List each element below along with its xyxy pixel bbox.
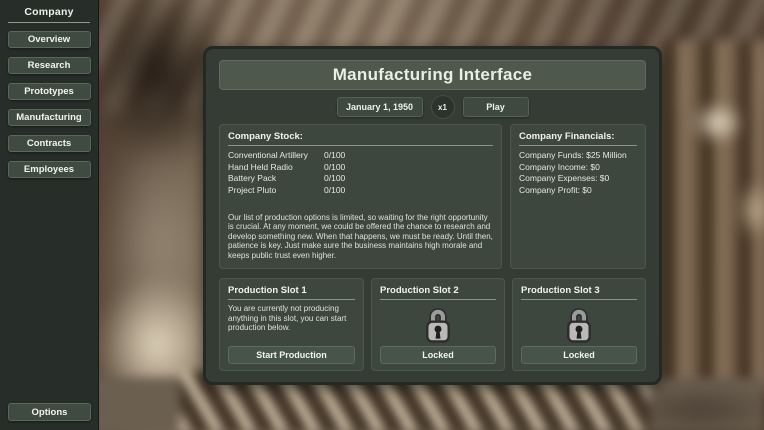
stock-row: Project Pluto 0/100: [228, 185, 493, 197]
background-light-spot: [95, 275, 220, 415]
background-window-glow: [690, 100, 745, 145]
stock-item-name: Hand Held Radio: [228, 162, 324, 174]
company-stock-panel: Company Stock: Conventional Artillery 0/…: [219, 124, 502, 269]
production-slots-row: Production Slot 1 You are currently not …: [219, 278, 646, 371]
sidebar-item-employees[interactable]: Employees: [8, 161, 91, 178]
sidebar-nav: Overview Research Prototypes Manufacturi…: [8, 31, 91, 178]
background-window-glow-2: [735, 180, 764, 240]
start-production-button[interactable]: Start Production: [228, 346, 355, 364]
production-slot-3: Production Slot 3 Locked: [512, 278, 646, 371]
sidebar-item-overview[interactable]: Overview: [8, 31, 91, 48]
sidebar-item-manufacturing[interactable]: Manufacturing: [8, 109, 91, 126]
stock-item-qty: 0/100: [324, 185, 493, 197]
sidebar-divider: [8, 22, 90, 23]
background-floor-shadow: [620, 385, 764, 430]
date-button[interactable]: January 1, 1950: [337, 97, 423, 117]
stock-item-name: Conventional Artillery: [228, 150, 324, 162]
production-slot-1-title: Production Slot 1: [228, 285, 355, 300]
stock-item-qty: 0/100: [324, 162, 493, 174]
stock-row: Conventional Artillery 0/100: [228, 150, 493, 162]
sidebar-title: Company: [24, 6, 73, 18]
company-sidebar: Company Overview Research Prototypes Man…: [0, 0, 99, 430]
info-row: Company Stock: Conventional Artillery 0/…: [219, 124, 646, 269]
speed-badge[interactable]: x1: [431, 95, 455, 119]
company-financials-panel: Company Financials: Company Funds: $25 M…: [510, 124, 646, 269]
financial-line-profit: Company Profit: $0: [519, 185, 637, 197]
background-wall-bands: [650, 40, 764, 390]
stock-item-name: Battery Pack: [228, 173, 324, 185]
sidebar-item-research[interactable]: Research: [8, 57, 91, 74]
financial-line-income: Company Income: $0: [519, 162, 637, 174]
time-controls: January 1, 1950 x1 Play: [219, 96, 646, 118]
sidebar-item-prototypes[interactable]: Prototypes: [8, 83, 91, 100]
manufacturing-panel: Manufacturing Interface January 1, 1950 …: [203, 46, 662, 385]
background-column: [105, 130, 215, 360]
financial-line-funds: Company Funds: $25 Million: [519, 150, 637, 162]
stock-item-name: Project Pluto: [228, 185, 324, 197]
stock-item-qty: 0/100: [324, 173, 493, 185]
stock-item-qty: 0/100: [324, 150, 493, 162]
production-slot-2: Production Slot 2 Locked: [371, 278, 505, 371]
options-button[interactable]: Options: [8, 403, 91, 421]
production-advice-text: Our list of production options is limite…: [228, 213, 493, 263]
production-slot-1-description: You are currently not producing anything…: [228, 304, 355, 333]
locked-button[interactable]: Locked: [521, 346, 637, 364]
panel-title-bar: Manufacturing Interface: [219, 60, 646, 90]
sidebar-item-contracts[interactable]: Contracts: [8, 135, 91, 152]
company-stock-title: Company Stock:: [228, 131, 493, 146]
production-slot-2-title: Production Slot 2: [380, 285, 496, 300]
play-button[interactable]: Play: [463, 97, 529, 117]
lock-icon: [380, 304, 496, 346]
stock-row: Hand Held Radio 0/100: [228, 162, 493, 174]
production-slot-1: Production Slot 1 You are currently not …: [219, 278, 364, 371]
locked-button[interactable]: Locked: [380, 346, 496, 364]
financial-line-expenses: Company Expenses: $0: [519, 173, 637, 185]
company-financials-title: Company Financials:: [519, 131, 637, 146]
production-slot-3-title: Production Slot 3: [521, 285, 637, 300]
stock-row: Battery Pack 0/100: [228, 173, 493, 185]
page-title: Manufacturing Interface: [333, 65, 533, 85]
lock-icon: [521, 304, 637, 346]
background-floor: [95, 378, 764, 430]
